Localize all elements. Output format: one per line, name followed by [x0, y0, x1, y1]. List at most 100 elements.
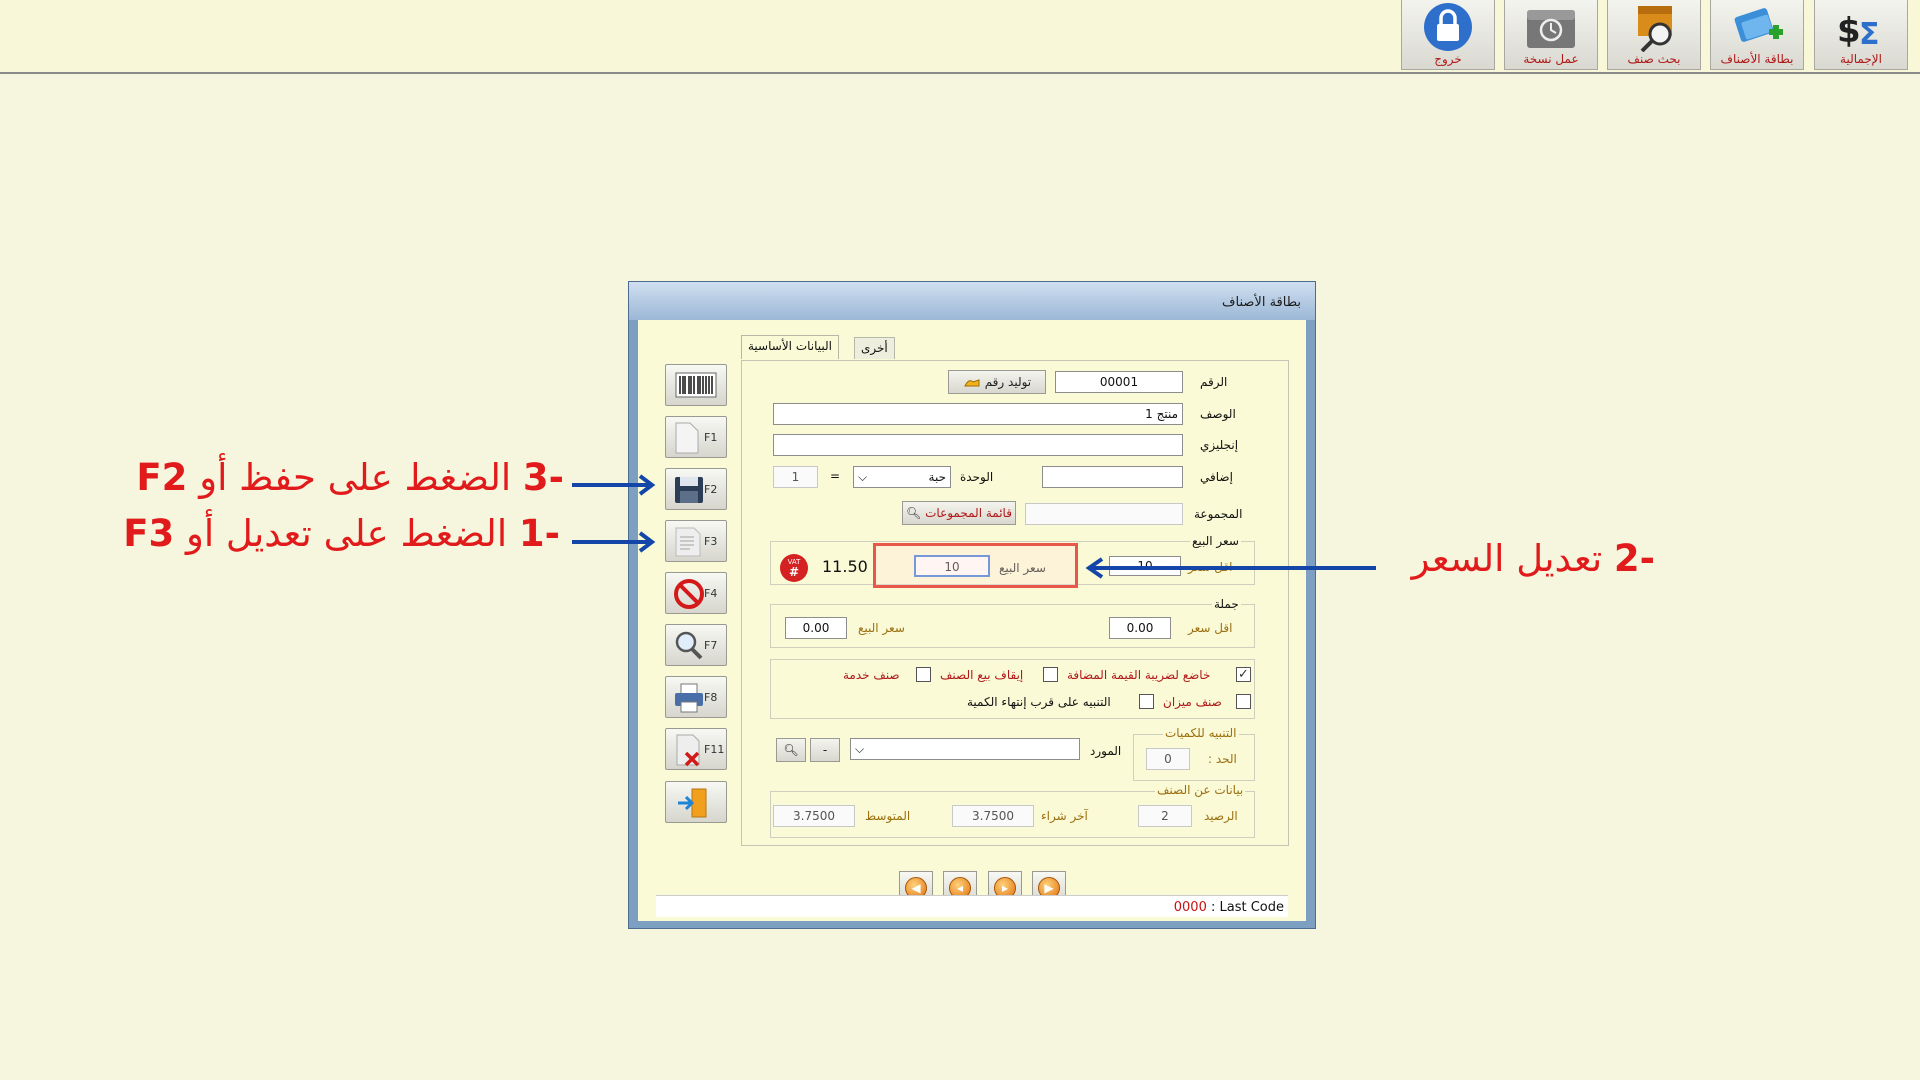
- chevron-down-icon: ⌵: [858, 470, 868, 484]
- service-item-checkbox[interactable]: [916, 667, 931, 682]
- groups-list-button[interactable]: قائمة المجموعات 🔍︎: [902, 501, 1016, 525]
- description-input[interactable]: منتج 1: [773, 403, 1183, 425]
- stop-sale-checkbox[interactable]: [1043, 667, 1058, 682]
- item-card-icon: [1734, 8, 1783, 42]
- supplier-clear-button[interactable]: -: [810, 738, 840, 762]
- delete-document-icon: [676, 734, 700, 767]
- magnifier-icon: [675, 631, 703, 660]
- annotation-step-1-key: F3: [123, 512, 175, 555]
- save-icon: [675, 477, 703, 503]
- wholesale-sale-price-input[interactable]: 0.00: [785, 617, 847, 639]
- group-input[interactable]: [1025, 503, 1183, 525]
- last-code: 0000 : Last Code: [1174, 900, 1284, 915]
- unit-qty-input[interactable]: 1: [773, 466, 818, 488]
- toolbar-label-search-item: بحث صنف: [1627, 52, 1681, 66]
- arrow-to-edit-icon: [572, 531, 656, 553]
- wholesale-min-price-label: اقل سعر: [1188, 621, 1233, 635]
- annotation-step-3-number: -3: [522, 456, 564, 499]
- last-purchase-input[interactable]: 3.7500: [952, 805, 1034, 827]
- item-card-window: بطاقة الأصناف F1 F2 F3 F4 F7 F8 F11 أخرى…: [628, 281, 1316, 929]
- last-purchase-label: آخر شراء: [1041, 809, 1088, 823]
- key-f7: F7: [704, 639, 718, 652]
- item-card-button[interactable]: بطاقة الأصناف: [1710, 0, 1804, 70]
- last-code-value: 0000: [1173, 900, 1207, 915]
- arrow-to-save-icon: [572, 474, 656, 496]
- supplier-select[interactable]: ⌵: [850, 738, 1080, 760]
- cancel-button[interactable]: F4: [665, 572, 727, 614]
- key-f8: F8: [704, 691, 718, 704]
- item-info-title: بيانات عن الصنف: [1155, 783, 1246, 797]
- extra-label: إضافي: [1200, 470, 1233, 484]
- wholesale-group-title: جملة: [1212, 597, 1241, 611]
- sale-price-group-title: سعر البيع: [1190, 534, 1241, 548]
- barcode-icon: [675, 372, 717, 398]
- limit-label: الحد :: [1208, 752, 1237, 766]
- annotation-step-1-number: -1: [518, 512, 560, 555]
- backup-icon: [1527, 10, 1575, 48]
- hand-icon: [964, 378, 980, 386]
- save-button[interactable]: F2: [665, 468, 727, 510]
- search-item-icon: [1638, 6, 1672, 52]
- service-item-label: صنف خدمة: [843, 668, 900, 682]
- balance-label: الرصيد: [1204, 809, 1238, 823]
- exit-button[interactable]: خروج: [1401, 0, 1495, 70]
- window-titlebar: بطاقة الأصناف: [629, 282, 1315, 320]
- last-code-label: : Last Code: [1210, 900, 1284, 915]
- search-icon: 🔍︎: [906, 506, 922, 520]
- unit-select-value: حبة: [928, 470, 946, 484]
- average-input[interactable]: 3.7500: [773, 805, 855, 827]
- description-label: الوصف: [1200, 407, 1236, 421]
- toolbar-label-totals: الإجمالية: [1840, 52, 1882, 66]
- tab-basic-data[interactable]: البيانات الأساسية: [741, 335, 839, 359]
- stop-sale-label: إيقاف بيع الصنف: [940, 668, 1024, 682]
- basic-data-panel: الرقم 00001 توليد رقم الوصف منتج 1 إنجلي…: [741, 360, 1289, 846]
- status-bar: 0000 : Last Code: [656, 895, 1288, 917]
- barcode-button[interactable]: [665, 364, 727, 406]
- totals-button[interactable]: $ Σ الإجمالية: [1814, 0, 1908, 70]
- annotation-step-2-text: تعديل السعر: [1411, 537, 1603, 580]
- supplier-search-button[interactable]: 🔍︎: [776, 738, 806, 762]
- arrow-to-price-icon: [1085, 557, 1376, 579]
- english-label: إنجليزي: [1200, 438, 1239, 452]
- key-f3: F3: [704, 535, 718, 548]
- new-button[interactable]: F1: [665, 416, 727, 458]
- wholesale-min-price-input[interactable]: 0.00: [1109, 617, 1171, 639]
- search-item-button[interactable]: بحث صنف: [1607, 0, 1701, 70]
- backup-button[interactable]: عمل نسخة: [1504, 0, 1598, 70]
- low-qty-alert-checkbox[interactable]: [1139, 694, 1154, 709]
- qty-alert-title: التنبيه للكميات: [1163, 726, 1239, 740]
- edit-button[interactable]: F3: [665, 520, 727, 562]
- scale-item-checkbox[interactable]: [1236, 694, 1251, 709]
- toolbar-label-item-card: بطاقة الأصناف: [1720, 52, 1794, 66]
- extra-input[interactable]: [1042, 466, 1183, 488]
- tab-other[interactable]: أخرى: [854, 337, 895, 359]
- supplier-label: المورد: [1090, 744, 1122, 758]
- top-toolbar: خروج عمل نسخة بحث صنف بطاقة الأصناف $ Σ: [0, 0, 1920, 74]
- search-icon: 🔍︎: [783, 743, 799, 757]
- exit-door-icon: [678, 788, 707, 818]
- vat-subject-checkbox[interactable]: ✓: [1236, 667, 1251, 682]
- exit-window-button[interactable]: [665, 781, 727, 823]
- print-button[interactable]: F8: [665, 676, 727, 718]
- english-input[interactable]: [773, 434, 1183, 456]
- key-f4: F4: [704, 587, 718, 600]
- generate-number-button[interactable]: توليد رقم: [948, 370, 1046, 394]
- annotation-step-3-text: الضغط على حفظ أو: [199, 456, 512, 499]
- balance-input[interactable]: 2: [1138, 805, 1192, 827]
- annotation-step-2: -2 تعديل السعر: [1412, 537, 1655, 580]
- delete-button[interactable]: F11: [665, 728, 727, 770]
- key-f1: F1: [704, 431, 718, 444]
- chevron-down-icon: ⌵: [855, 742, 865, 756]
- wholesale-sale-price-label: سعر البيع: [858, 621, 905, 635]
- annotation-step-2-number: -2: [1613, 537, 1655, 580]
- toolbar-label-backup: عمل نسخة: [1523, 52, 1579, 66]
- limit-input[interactable]: 0: [1146, 748, 1190, 770]
- number-input[interactable]: 00001: [1055, 371, 1183, 393]
- average-label: المتوسط: [865, 809, 911, 823]
- window-body: F1 F2 F3 F4 F7 F8 F11 أخرى البيانات الأس…: [638, 320, 1306, 921]
- unit-select[interactable]: حبة ⌵: [853, 466, 951, 488]
- find-button[interactable]: F7: [665, 624, 727, 666]
- sale-price-highlight: [873, 543, 1078, 588]
- annotation-step-3-key: F2: [136, 456, 188, 499]
- equals-sign: =: [830, 469, 841, 483]
